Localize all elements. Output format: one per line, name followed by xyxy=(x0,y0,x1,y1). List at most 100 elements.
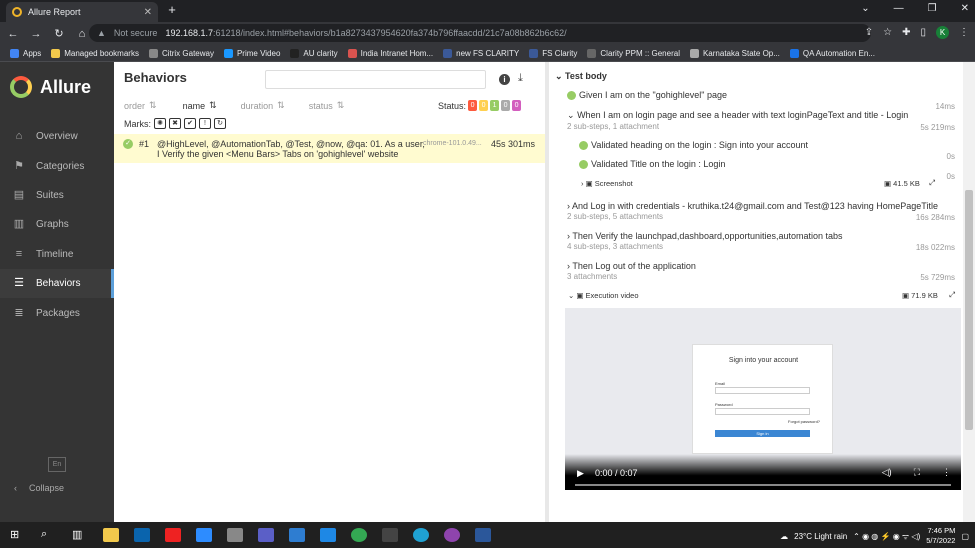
chevron-left-icon: ‹ xyxy=(14,483,17,493)
expand-icon[interactable]: ⤢ xyxy=(949,290,955,300)
volume-icon[interactable]: ◁) xyxy=(882,467,892,478)
search-icon[interactable]: ⌕ xyxy=(41,528,57,542)
retries-mark-icon[interactable]: ↻ xyxy=(214,118,226,129)
clock[interactable]: 7:46 PM 5/7/2022 xyxy=(926,526,955,546)
status-skipped-toggle[interactable]: 0 xyxy=(501,100,511,111)
back-icon[interactable]: ← xyxy=(3,28,23,40)
new-tab-icon[interactable]: + xyxy=(165,3,179,17)
bookmark-item[interactable]: Managed bookmarks xyxy=(51,48,139,58)
maximize-icon[interactable]: ❐ xyxy=(928,3,937,14)
sidebar-item-timeline[interactable]: ≡ Timeline xyxy=(0,240,114,269)
star-icon[interactable]: ☆ xyxy=(883,27,892,38)
zoom-icon[interactable] xyxy=(196,528,212,542)
allure-logo[interactable]: Allure xyxy=(10,76,91,98)
flag-icon: ⚑ xyxy=(14,159,24,172)
github-icon[interactable] xyxy=(444,528,460,542)
sort-order[interactable]: order xyxy=(124,101,145,111)
sidebar-item-categories[interactable]: ⚑ Categories xyxy=(0,151,114,180)
sidebar-item-graphs[interactable]: ▥ Graphs xyxy=(0,210,114,239)
warning-icon: ▲ xyxy=(97,28,106,38)
fullscreen-icon[interactable]: ⛶ xyxy=(914,467,920,478)
download-icon[interactable]: ⤓ xyxy=(518,72,523,85)
camera-icon[interactable] xyxy=(227,528,243,542)
minimize-icon[interactable]: — xyxy=(894,3,904,14)
word-icon[interactable] xyxy=(475,528,491,542)
sidepanel-icon[interactable]: ▯ xyxy=(920,27,926,38)
expand-icon[interactable]: ⤢ xyxy=(929,178,935,188)
tg-icon[interactable] xyxy=(382,528,398,542)
forward-icon[interactable]: → xyxy=(26,28,46,40)
test-result-row[interactable]: ✓ #1 @HighLevel, @AutomationTab, @Test, … xyxy=(114,134,545,163)
sidebar-item-overview[interactable]: ⌂ Overview xyxy=(0,122,114,151)
new-passed-mark-icon[interactable]: ✔ xyxy=(184,118,196,129)
bookmark-item[interactable]: FS Clarity xyxy=(529,48,577,58)
bookmark-item[interactable]: India Intranet Hom... xyxy=(347,48,433,58)
not-secure-label: Not secure xyxy=(113,28,158,38)
bookmark-item[interactable]: Karnataka State Op... xyxy=(689,48,780,58)
collapse-button[interactable]: ‹ Collapse xyxy=(14,483,64,493)
step-row[interactable]: › Then Log out of the application 3 attac… xyxy=(567,261,696,281)
close-tab-icon[interactable]: ✕ xyxy=(144,7,152,18)
bookmark-item[interactable]: AU clarity xyxy=(290,48,338,58)
step-row[interactable]: ⌄ When I am on login page and see a head… xyxy=(567,110,908,131)
scrollbar[interactable] xyxy=(963,62,975,522)
more-options-icon[interactable]: ⋮ xyxy=(942,467,951,478)
outlook-icon[interactable] xyxy=(134,528,150,542)
task-view-icon[interactable]: ▥ xyxy=(72,528,88,542)
menu-icon[interactable]: ⋮ xyxy=(959,27,969,38)
file-explorer-icon[interactable] xyxy=(103,528,119,542)
flaky-mark-icon[interactable]: ✺ xyxy=(154,118,166,129)
reload-icon[interactable]: ↻ xyxy=(49,27,69,40)
bookmark-item[interactable]: Apps xyxy=(10,48,41,58)
scrollbar-thumb[interactable] xyxy=(965,190,973,430)
windows-start-icon[interactable]: ⊞ xyxy=(10,528,26,542)
sort-duration[interactable]: duration xyxy=(241,101,274,111)
browser-tab[interactable]: Allure Report ✕ xyxy=(6,2,158,22)
share-icon[interactable]: ⇪ xyxy=(865,27,873,38)
status-failed-toggle[interactable]: 0 xyxy=(468,100,478,111)
video-player[interactable]: Sign into your account Email Password Fo… xyxy=(565,308,961,490)
step-row[interactable]: Given I am on the "gohighlevel" page xyxy=(567,90,727,101)
sidebar-item-suites[interactable]: ▤ Suites xyxy=(0,181,114,210)
calculator-icon[interactable] xyxy=(289,528,305,542)
status-passed-toggle[interactable]: 1 xyxy=(490,100,500,111)
sort-status[interactable]: status xyxy=(309,101,333,111)
video-attachment[interactable]: ⌄ ▣ Execution video xyxy=(568,291,639,300)
search-input[interactable] xyxy=(265,70,486,89)
step-row[interactable]: › Then Verify the launchpad,dashboard,op… xyxy=(567,231,843,251)
status-unknown-toggle[interactable]: 0 xyxy=(512,100,522,111)
step-row[interactable]: Validated Title on the login : Login xyxy=(579,159,725,170)
tray-icons[interactable]: ⌃ ◉ ◍ ⚡ ◉ ᯤ ◁) xyxy=(853,531,920,542)
vscode-icon[interactable] xyxy=(320,528,336,542)
screenshot-attachment[interactable]: › ▣ Screenshot xyxy=(581,179,633,188)
bookmark-item[interactable]: new FS CLARITY xyxy=(443,48,519,58)
bookmark-item[interactable]: Citrix Gateway xyxy=(148,48,214,58)
new-failed-mark-icon[interactable]: ✖ xyxy=(169,118,181,129)
new-broken-mark-icon[interactable]: ! xyxy=(199,118,211,129)
youtube-icon[interactable] xyxy=(165,528,181,542)
profile-avatar[interactable]: K xyxy=(936,26,949,39)
chevron-down-icon[interactable]: ⌄ xyxy=(861,3,869,14)
sidebar-item-behaviors[interactable]: ☰ Behaviors xyxy=(0,268,114,299)
weather-text[interactable]: 23°C Light rain xyxy=(794,532,847,541)
status-broken-toggle[interactable]: 0 xyxy=(479,100,489,111)
bookmark-item[interactable]: Clarity PPM :: General xyxy=(587,48,680,58)
info-icon[interactable]: i xyxy=(499,74,510,85)
close-window-icon[interactable]: ✕ xyxy=(961,3,969,14)
chrome-icon[interactable] xyxy=(351,528,367,542)
notification-icon[interactable]: ▢ xyxy=(961,532,969,541)
language-button[interactable]: En xyxy=(48,457,66,472)
bookmark-item[interactable]: Prime Video xyxy=(223,48,280,58)
edge-icon[interactable] xyxy=(413,528,429,542)
play-icon[interactable]: ▶ xyxy=(577,468,584,479)
sort-name[interactable]: name xyxy=(183,101,206,111)
extensions-icon[interactable]: ✚ xyxy=(902,27,910,38)
step-row[interactable]: Validated heading on the login : Sign in… xyxy=(579,140,808,151)
bookmark-item[interactable]: QA Automation En... xyxy=(789,48,875,58)
video-progress-bar[interactable] xyxy=(575,484,951,486)
test-body-header[interactable]: ⌄ Test body xyxy=(555,71,607,82)
teams-icon[interactable] xyxy=(258,528,274,542)
address-bar[interactable]: ▲ Not secure 192.168.1.7:61218/index.htm… xyxy=(89,24,871,42)
sidebar-item-packages[interactable]: ≣ Packages xyxy=(0,298,114,327)
step-row[interactable]: › And Log in with credentials - kruthika… xyxy=(567,201,938,221)
